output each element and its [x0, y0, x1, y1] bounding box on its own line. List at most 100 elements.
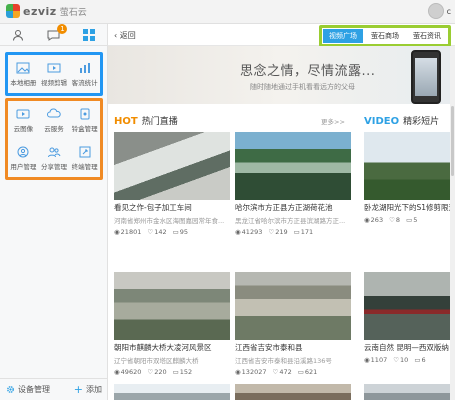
tool-label: 用户管理: [10, 162, 37, 171]
tool-cloud-image[interactable]: 云图像: [8, 101, 39, 139]
card-stats: ◉ 41293 ♡ 219 ▭ 171: [235, 228, 351, 236]
tool-traffic-stats[interactable]: 客流统计: [69, 55, 100, 93]
tool-video-edit[interactable]: 视频剪辑: [39, 55, 70, 93]
card-title: 卧龙湖阳光下的S1修剪限速公路: [364, 203, 450, 212]
card-title: 哈尔滨市方正县方正湖荷花池: [235, 203, 333, 212]
tab-ezviz-mall[interactable]: 萤石商场: [365, 29, 405, 43]
tab-messages[interactable]: 1: [44, 23, 68, 43]
live-card[interactable]: 看见之作-包子加工车间 河南省郑州市金水区海图嘉园常年食... ◉ 21801 ♡…: [114, 132, 230, 236]
views-stat: ◉ 132027: [235, 368, 267, 376]
live-thumbnail[interactable]: [114, 384, 230, 400]
tool-cloud-service[interactable]: 云服务: [39, 101, 70, 139]
views-stat: ◉ 41293: [235, 228, 263, 236]
logo-cn: 萤石云: [59, 7, 87, 18]
likes-stat: ♡ 10: [393, 356, 409, 364]
device-manage-label: 设备管理: [18, 385, 50, 394]
phone-image: [411, 50, 441, 104]
add-device-button[interactable]: + 添加: [74, 383, 102, 396]
tab-video-square[interactable]: 视频广场: [323, 29, 363, 43]
user-account[interactable]: c: [427, 3, 451, 19]
hot-section-header: HOT 热门直播: [114, 114, 178, 128]
video-thumbnail[interactable]: [364, 132, 450, 200]
comments-stat: ▭ 152: [172, 368, 193, 376]
more-link[interactable]: 更多>>: [321, 116, 345, 126]
card-title: 朝阳市麒麟大桥大凌河风景区: [114, 343, 212, 352]
comment-icon: ▭: [172, 228, 179, 236]
comment-icon: ▭: [172, 368, 179, 376]
eye-icon: ◉: [235, 368, 241, 376]
banner-title: 思念之情，尽情流露...: [240, 64, 376, 79]
live-thumbnail[interactable]: [114, 132, 230, 200]
video-edit-icon: [47, 63, 61, 72]
live-thumbnail[interactable]: [114, 272, 230, 340]
hot-en-label: HOT: [114, 116, 138, 127]
video-section-header: VIDEO 精彩短片: [364, 114, 439, 128]
tool-user-manage[interactable]: 用户管理: [8, 139, 39, 177]
plus-icon: +: [73, 383, 83, 396]
likes-stat: ♡ 219: [268, 228, 288, 236]
bell-manage-icon: [80, 108, 90, 119]
tool-label: 本地相册: [10, 78, 37, 87]
likes-stat: ♡ 220: [147, 368, 167, 376]
likes-stat: ♡ 8: [389, 216, 401, 224]
tool-label: 终端管理: [71, 162, 98, 171]
video-en-label: VIDEO: [364, 116, 400, 127]
sidebar-tabs: 1: [0, 23, 107, 46]
promo-banner[interactable]: 思念之情，尽情流露... 随时随地通过手机看看远方的父母: [108, 46, 455, 104]
live-thumbnail[interactable]: [235, 132, 351, 200]
tool-terminal-manage[interactable]: 终端管理: [69, 139, 100, 177]
tab-apps[interactable]: [80, 27, 98, 43]
tool-local-album[interactable]: 本地相册: [8, 55, 39, 93]
tool-bell-manage[interactable]: 铃盒管理: [69, 101, 100, 139]
nav-tabs: 视频广场 萤石商场 萤石资讯: [319, 25, 451, 47]
comments-stat: ▭ 6: [414, 356, 426, 364]
card-title: 江西省吉安市泰和县: [235, 343, 303, 352]
back-button[interactable]: ‹ 返回: [114, 30, 136, 41]
chevron-left-icon: ‹: [114, 31, 118, 40]
views-stat: ◉ 263: [364, 216, 384, 224]
hot-cn-label: 热门直播: [141, 117, 178, 127]
scrollbar[interactable]: [450, 46, 455, 400]
cloud-image-icon: [16, 109, 30, 118]
tab-user[interactable]: [9, 27, 27, 43]
comment-icon: ▭: [406, 216, 413, 224]
device-manage-button[interactable]: 设备管理: [6, 384, 50, 395]
views-stat: ◉ 49620: [114, 368, 142, 376]
eye-icon: ◉: [114, 228, 120, 236]
tab-ezviz-news[interactable]: 萤石资讯: [407, 29, 447, 43]
back-label: 返回: [119, 31, 136, 40]
avatar[interactable]: [427, 3, 444, 19]
main-content: ‹ 返回 视频广场 萤石商场 萤石资讯 思念之情，尽情流露... 随时随地通过手…: [108, 24, 455, 400]
user-manage-icon: [17, 146, 29, 157]
comments-stat: ▭ 5: [406, 216, 418, 224]
likes-stat: ♡ 142: [147, 228, 167, 236]
message-badge: 1: [57, 23, 68, 34]
thumb-up-icon: ♡: [389, 216, 395, 224]
card-stats: ◉ 132027 ♡ 472 ▭ 621: [235, 368, 351, 376]
card-location: 黑龙江省哈尔滨市方正县滨湖路方正...: [235, 217, 346, 225]
live-card[interactable]: 江西省吉安市泰和县 江西省吉安市泰和县沿溪路136号 ◉ 132027 ♡ 472 …: [235, 272, 351, 376]
comments-stat: ▭ 171: [293, 228, 314, 236]
user-name: c: [446, 6, 451, 16]
scroll-thumb[interactable]: [451, 106, 454, 176]
apps-grid-icon: [83, 28, 96, 41]
tool-label: 云图像: [13, 124, 34, 133]
tool-label: 铃盒管理: [71, 124, 98, 133]
live-card[interactable]: 朝阳市麒麟大桥大凌河风景区 辽宁省朝阳市双塔区麒麟大桥 ◉ 49620 ♡ 220 …: [114, 272, 230, 376]
video-card[interactable]: 云南自然 昆明—西双版纳 ◉ 1107 ♡ 10 ▭ 6: [364, 272, 450, 364]
video-thumbnail[interactable]: [364, 272, 450, 340]
card-title: 看见之作-包子加工车间: [114, 203, 192, 212]
video-cn-label: 精彩短片: [403, 117, 440, 127]
tool-group-media: 本地相册 视频剪辑 客流统计: [5, 52, 103, 96]
video-card[interactable]: 卧龙湖阳光下的S1修剪限速公路 ◉263 ♡8 ▭5: [364, 132, 450, 224]
live-thumbnail[interactable]: [235, 272, 351, 340]
add-label: 添加: [86, 385, 102, 394]
tool-share-manage[interactable]: 分享管理: [39, 139, 70, 177]
thumb-up-icon: ♡: [393, 356, 400, 364]
card-stats: ◉ 1107 ♡ 10 ▭ 6: [364, 356, 450, 364]
eye-icon: ◉: [114, 368, 120, 376]
live-thumbnail[interactable]: [235, 384, 351, 400]
live-card[interactable]: 哈尔滨市方正县方正湖荷花池 黑龙江省哈尔滨市方正县滨湖路方正... ◉ 41293…: [235, 132, 351, 236]
card-location: 河南省郑州市金水区海图嘉园常年食...: [114, 217, 225, 225]
video-thumbnail[interactable]: [364, 384, 450, 400]
